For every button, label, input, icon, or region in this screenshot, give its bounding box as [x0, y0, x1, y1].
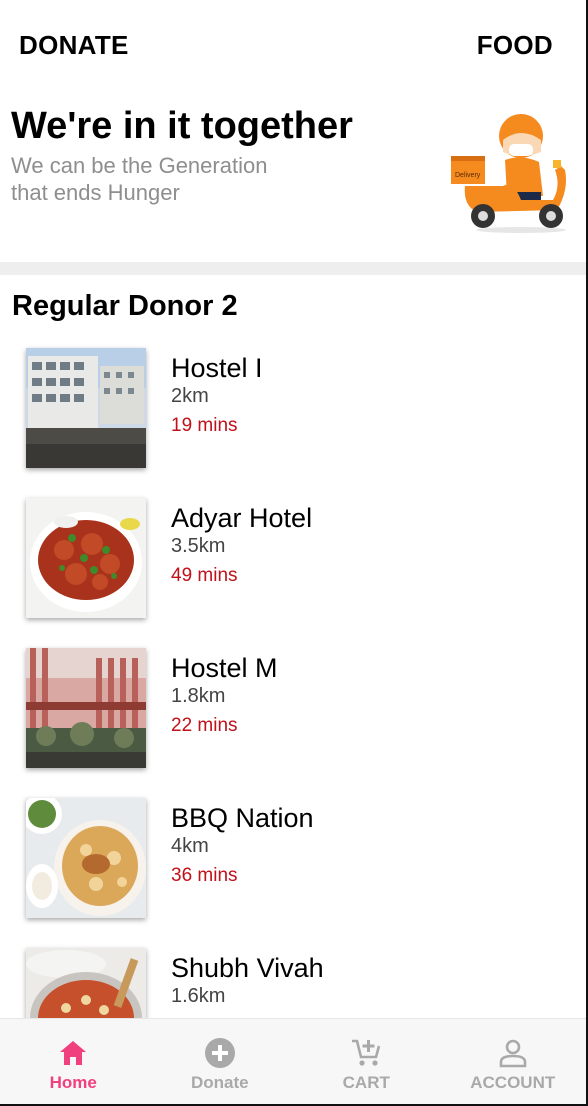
list-item[interactable]: Shubh Vivah 1.6km [0, 940, 586, 1018]
biryani-photo [26, 798, 146, 918]
donor-time: 49 mins [171, 565, 238, 586]
section-divider [0, 262, 586, 275]
list-item[interactable]: BBQ Nation 4km 36 mins [0, 790, 586, 940]
list-item[interactable]: Adyar Hotel 3.5km 49 mins [0, 490, 586, 640]
nav-donate-label: Donate [190, 1073, 249, 1092]
section-title: Regular Donor 2 [12, 290, 238, 322]
top-bar: DONATE FOOD [19, 28, 553, 62]
chicken-dish-photo [26, 498, 146, 618]
donor-name: Shubh Vivah [171, 953, 324, 983]
food-link[interactable]: FOOD [477, 30, 553, 61]
list-item[interactable]: Hostel I 2km 19 mins [0, 340, 586, 490]
donor-name: Hostel M [171, 653, 278, 683]
hero-subtitle: We can be the Generation that ends Hunge… [11, 153, 268, 205]
nav-account-label: ACCOUNT [470, 1073, 556, 1092]
building-photo [26, 348, 146, 468]
delivery-scooter-illustration: Delivery [451, 114, 566, 233]
donor-name: Adyar Hotel [171, 503, 313, 533]
donor-thumbnail [26, 948, 146, 1018]
add-circle-icon [204, 1038, 235, 1068]
donor-name: Hostel I [171, 353, 263, 383]
donor-distance: 1.8km [171, 685, 226, 707]
hero-banner: We're in it together We can be the Gener… [11, 104, 571, 254]
donor-thumbnail [26, 648, 146, 768]
donor-thumbnail [26, 348, 146, 468]
donate-link[interactable]: DONATE [19, 30, 129, 61]
bottom-navigation: Home Donate CART ACCOUNT [0, 1018, 587, 1104]
donor-thumbnail [26, 798, 146, 918]
nav-donate[interactable]: Donate [147, 1019, 294, 1104]
donor-distance: 1.6km [171, 985, 226, 1007]
nav-cart-label: CART [342, 1073, 390, 1092]
donor-time: 19 mins [171, 415, 238, 436]
donor-thumbnail [26, 498, 146, 618]
donor-time: 36 mins [171, 865, 238, 886]
nav-home-label: Home [49, 1073, 97, 1092]
donor-distance: 3.5km [171, 535, 226, 557]
home-icon [60, 1041, 87, 1065]
pasta-dish-photo [26, 948, 146, 1018]
building-photo [26, 648, 146, 768]
account-icon [499, 1039, 527, 1068]
app-screen: DONATE FOOD We're in it together We can … [0, 0, 588, 1106]
donor-list: Hostel I 2km 19 mins Adyar Hotel 3.5km 4… [0, 340, 586, 1018]
nav-cart[interactable]: CART [293, 1019, 440, 1104]
donor-distance: 4km [171, 835, 209, 857]
delivery-box-label: Delivery [455, 172, 481, 179]
donor-distance: 2km [171, 385, 209, 407]
cart-icon [352, 1039, 381, 1066]
nav-home[interactable]: Home [0, 1019, 147, 1104]
donor-time: 22 mins [171, 715, 238, 736]
donor-name: BBQ Nation [171, 803, 314, 833]
nav-account[interactable]: ACCOUNT [440, 1019, 587, 1104]
list-item[interactable]: Hostel M 1.8km 22 mins [0, 640, 586, 790]
